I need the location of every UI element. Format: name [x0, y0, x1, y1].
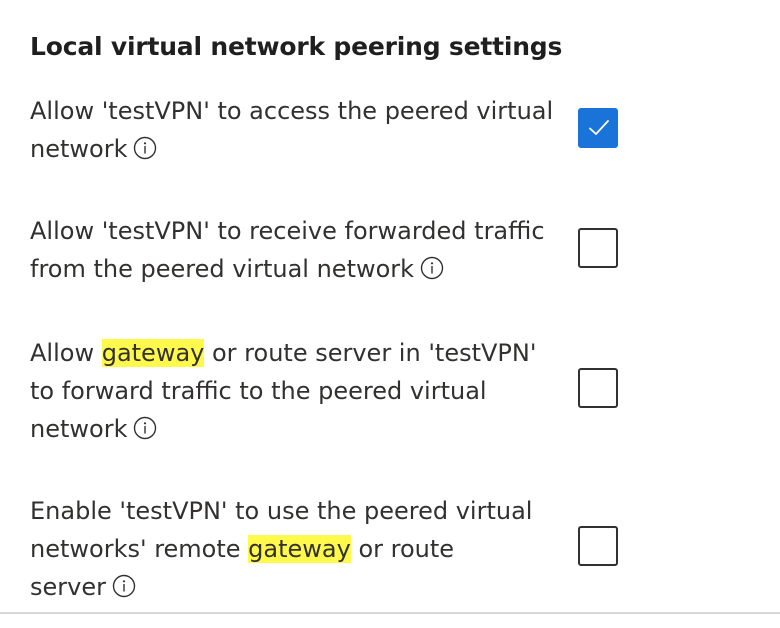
setting-gateway-transit-line3: network [30, 415, 128, 443]
setting-gateway-transit-line2: to forward traffic to the peered virtual [30, 377, 487, 405]
allow-access-checkbox[interactable] [578, 108, 618, 148]
setting-allow-access-line2: network [30, 135, 128, 163]
receive-forwarded-checkbox[interactable] [578, 228, 618, 268]
info-icon[interactable] [133, 136, 157, 160]
checkmark-icon [589, 120, 609, 135]
divider [0, 612, 780, 614]
info-icon[interactable] [420, 256, 444, 280]
info-icon[interactable] [133, 416, 157, 440]
setting-remote-gateway-line3-row: server [30, 568, 570, 606]
setting-receive-forwarded-line2: from the peered virtual network [30, 255, 415, 283]
setting-remote-gateway-line2: networks' remote gateway or route [30, 530, 570, 568]
setting-allow-access-label: Allow 'testVPN' to access the peered vir… [30, 92, 570, 168]
setting-remote-gateway-line1: Enable 'testVPN' to use the peered virtu… [30, 497, 533, 525]
setting-remote-gateway-line3: server [30, 573, 106, 601]
line1-post: or route server in 'testVPN' [204, 339, 537, 367]
line2-post: or route [350, 535, 455, 563]
gateway-transit-checkbox[interactable] [578, 368, 618, 408]
info-icon[interactable] [112, 574, 136, 598]
line1-pre: Allow [30, 339, 102, 367]
setting-gateway-transit-line1: Allow gateway or route server in 'testVP… [30, 334, 570, 372]
remote-gateway-checkbox[interactable] [578, 526, 618, 566]
setting-remote-gateway-label: Enable 'testVPN' to use the peered virtu… [30, 492, 570, 606]
highlighted-term: gateway [248, 535, 351, 563]
line2-pre: networks' remote [30, 535, 249, 563]
highlighted-term: gateway [101, 339, 205, 367]
setting-receive-forwarded-line1: Allow 'testVPN' to receive forwarded tra… [30, 217, 545, 245]
setting-receive-forwarded-line2-row: from the peered virtual network [30, 250, 570, 288]
setting-gateway-transit-line3-row: network [30, 410, 570, 448]
setting-allow-access-line1: Allow 'testVPN' to access the peered vir… [30, 97, 554, 125]
setting-receive-forwarded-label: Allow 'testVPN' to receive forwarded tra… [30, 212, 570, 288]
setting-gateway-transit-label: Allow gateway or route server in 'testVP… [30, 334, 570, 448]
setting-allow-access-line2-row: network [30, 130, 570, 168]
section-title: Local virtual network peering settings [30, 32, 563, 61]
